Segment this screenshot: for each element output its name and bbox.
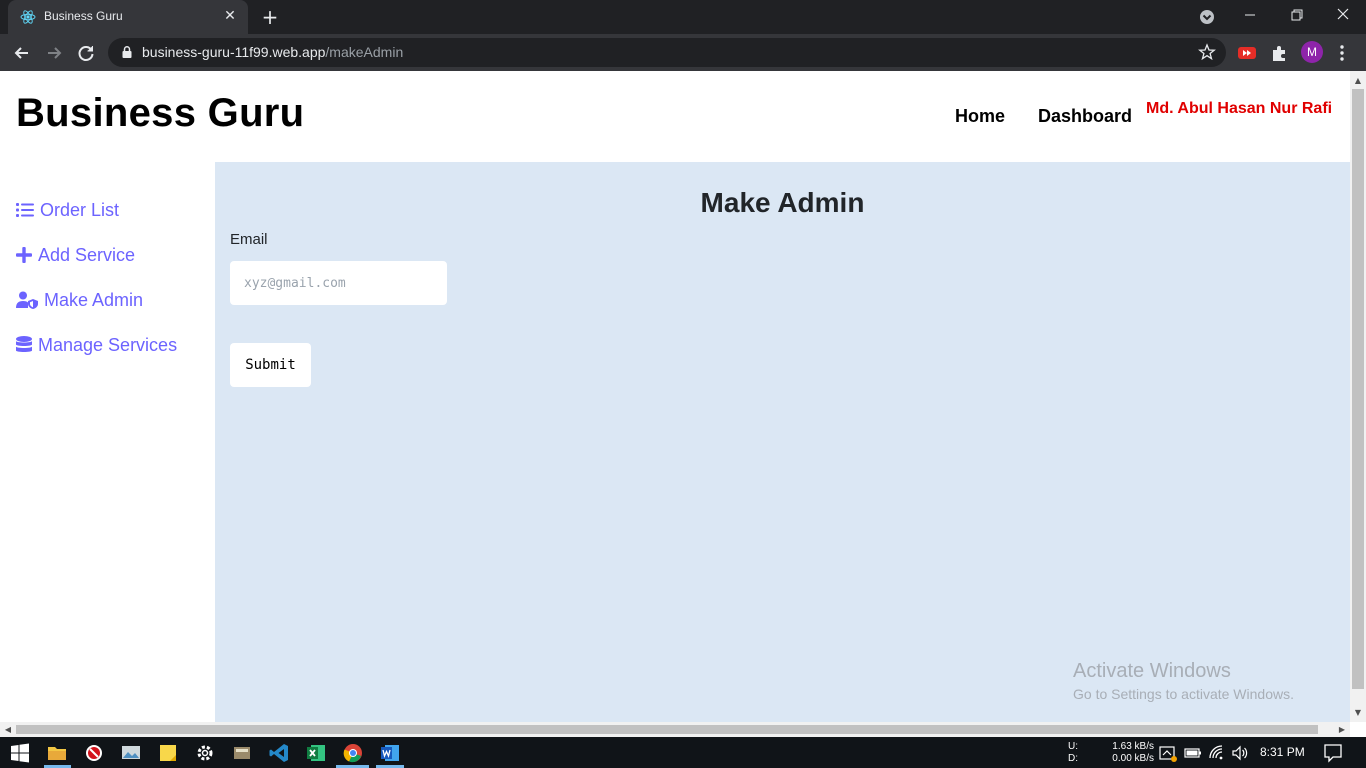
- user-shield-icon: [16, 291, 38, 309]
- taskbar-clock[interactable]: 8:31 PM: [1260, 745, 1305, 759]
- tab-title: Business Guru: [44, 9, 123, 23]
- email-field[interactable]: [230, 261, 447, 305]
- excel-icon[interactable]: [304, 741, 328, 765]
- scroll-up-icon[interactable]: ▲: [1350, 73, 1366, 88]
- settings-gear-icon[interactable]: [193, 741, 217, 765]
- horizontal-scrollbar[interactable]: ◀ ▶: [0, 722, 1350, 737]
- network-labels: U: D:: [1068, 741, 1078, 765]
- submit-button[interactable]: Submit: [230, 343, 311, 387]
- file-explorer-icon[interactable]: [45, 741, 69, 765]
- sidebar-item-label: Make Admin: [44, 289, 144, 310]
- sidebar-item-label: Manage Services: [38, 334, 178, 355]
- network-activity-icon[interactable]: [1158, 743, 1178, 763]
- sidebar-item-add-service[interactable]: Add Service: [16, 243, 135, 267]
- scroll-left-icon[interactable]: ◀: [0, 722, 16, 737]
- calculator-app-icon[interactable]: [230, 741, 254, 765]
- browser-menu-icon[interactable]: [1331, 42, 1353, 64]
- reload-icon[interactable]: [73, 40, 99, 66]
- download-speed: 0.00 kB/s: [1112, 753, 1154, 764]
- database-icon: [16, 336, 32, 352]
- scroll-down-icon[interactable]: ▼: [1350, 705, 1366, 720]
- sidebar-item-label: Order List: [40, 199, 120, 220]
- photos-app-icon[interactable]: [119, 741, 143, 765]
- network-speeds: 1.63 kB/s 0.00 kB/s: [1108, 741, 1154, 765]
- browser-tabstrip: Business Guru ✕ +: [0, 0, 1366, 34]
- bookmark-star-icon[interactable]: [1198, 43, 1216, 61]
- activate-windows-title: Activate Windows: [1073, 660, 1231, 682]
- activate-windows-subtitle: Go to Settings to activate Windows.: [1073, 686, 1294, 702]
- tab-search-icon[interactable]: [1195, 5, 1219, 29]
- page-title: Make Admin: [700, 187, 865, 218]
- sidebar-item-order-list[interactable]: Order List: [16, 198, 119, 222]
- vertical-scroll-thumb[interactable]: [1352, 89, 1364, 689]
- address-bar[interactable]: business-guru-11f99.web.app/makeAdmin: [108, 38, 1226, 67]
- profile-avatar[interactable]: M: [1301, 41, 1323, 63]
- nav-link-dashboard[interactable]: Dashboard: [1038, 106, 1132, 127]
- opera-browser-icon[interactable]: [82, 741, 106, 765]
- wifi-icon[interactable]: [1207, 743, 1227, 763]
- vscode-icon[interactable]: [267, 741, 291, 765]
- sticky-notes-icon[interactable]: [156, 741, 180, 765]
- windows-start-icon[interactable]: [8, 741, 32, 765]
- upload-label: U:: [1068, 741, 1078, 752]
- sidebar-item-make-admin[interactable]: Make Admin: [16, 288, 143, 312]
- windows-taskbar: U: D: 1.63 kB/s 0.00 kB/s 8:31 PM: [0, 737, 1366, 768]
- vertical-scrollbar[interactable]: ▲ ▼: [1350, 71, 1366, 722]
- url-host: business-guru-11f99.web.app: [142, 44, 326, 60]
- scroll-right-icon[interactable]: ▶: [1334, 722, 1350, 737]
- restore-icon[interactable]: [1285, 4, 1309, 28]
- react-logo-icon: [20, 10, 36, 24]
- back-arrow-icon[interactable]: [9, 40, 35, 66]
- main-content: Make Admin Email Submit Activate Windows…: [215, 162, 1350, 722]
- nav-link-home[interactable]: Home: [955, 106, 1005, 127]
- sidebar-item-manage-services[interactable]: Manage Services: [16, 333, 177, 357]
- video-extension-icon[interactable]: [1236, 42, 1258, 64]
- lock-icon: [122, 46, 132, 58]
- minimize-icon[interactable]: [1238, 4, 1262, 28]
- battery-icon[interactable]: [1183, 743, 1203, 763]
- upload-speed: 1.63 kB/s: [1112, 741, 1154, 752]
- url-text: business-guru-11f99.web.app/makeAdmin: [142, 44, 403, 60]
- chrome-browser-icon[interactable]: [341, 741, 365, 765]
- email-label: Email: [230, 231, 268, 248]
- horizontal-scroll-thumb[interactable]: [16, 725, 1318, 734]
- sidebar-item-label: Add Service: [38, 244, 136, 265]
- download-label: D:: [1068, 753, 1078, 764]
- tab-close-icon[interactable]: ✕: [222, 8, 238, 24]
- brand-title[interactable]: Business Guru: [16, 91, 304, 136]
- web-page: Business Guru Home Dashboard Md. Abul Ha…: [0, 71, 1350, 722]
- volume-icon[interactable]: [1230, 743, 1250, 763]
- list-icon: [16, 203, 34, 217]
- nav-user-name[interactable]: Md. Abul Hasan Nur Rafi: [1146, 100, 1332, 118]
- notification-center-icon[interactable]: [1322, 742, 1344, 764]
- word-icon[interactable]: [378, 741, 402, 765]
- dashboard-sidebar: Order List Add Service Make Admin Manage…: [0, 162, 215, 722]
- browser-tab[interactable]: Business Guru ✕: [8, 0, 248, 34]
- extensions-puzzle-icon[interactable]: [1269, 42, 1291, 64]
- new-tab-button[interactable]: +: [258, 6, 282, 28]
- forward-arrow-icon[interactable]: [41, 40, 67, 66]
- url-path: /makeAdmin: [325, 44, 404, 60]
- browser-toolbar: business-guru-11f99.web.app/makeAdmin: [0, 34, 1366, 71]
- close-window-icon[interactable]: [1331, 4, 1355, 28]
- plus-icon: [16, 247, 32, 263]
